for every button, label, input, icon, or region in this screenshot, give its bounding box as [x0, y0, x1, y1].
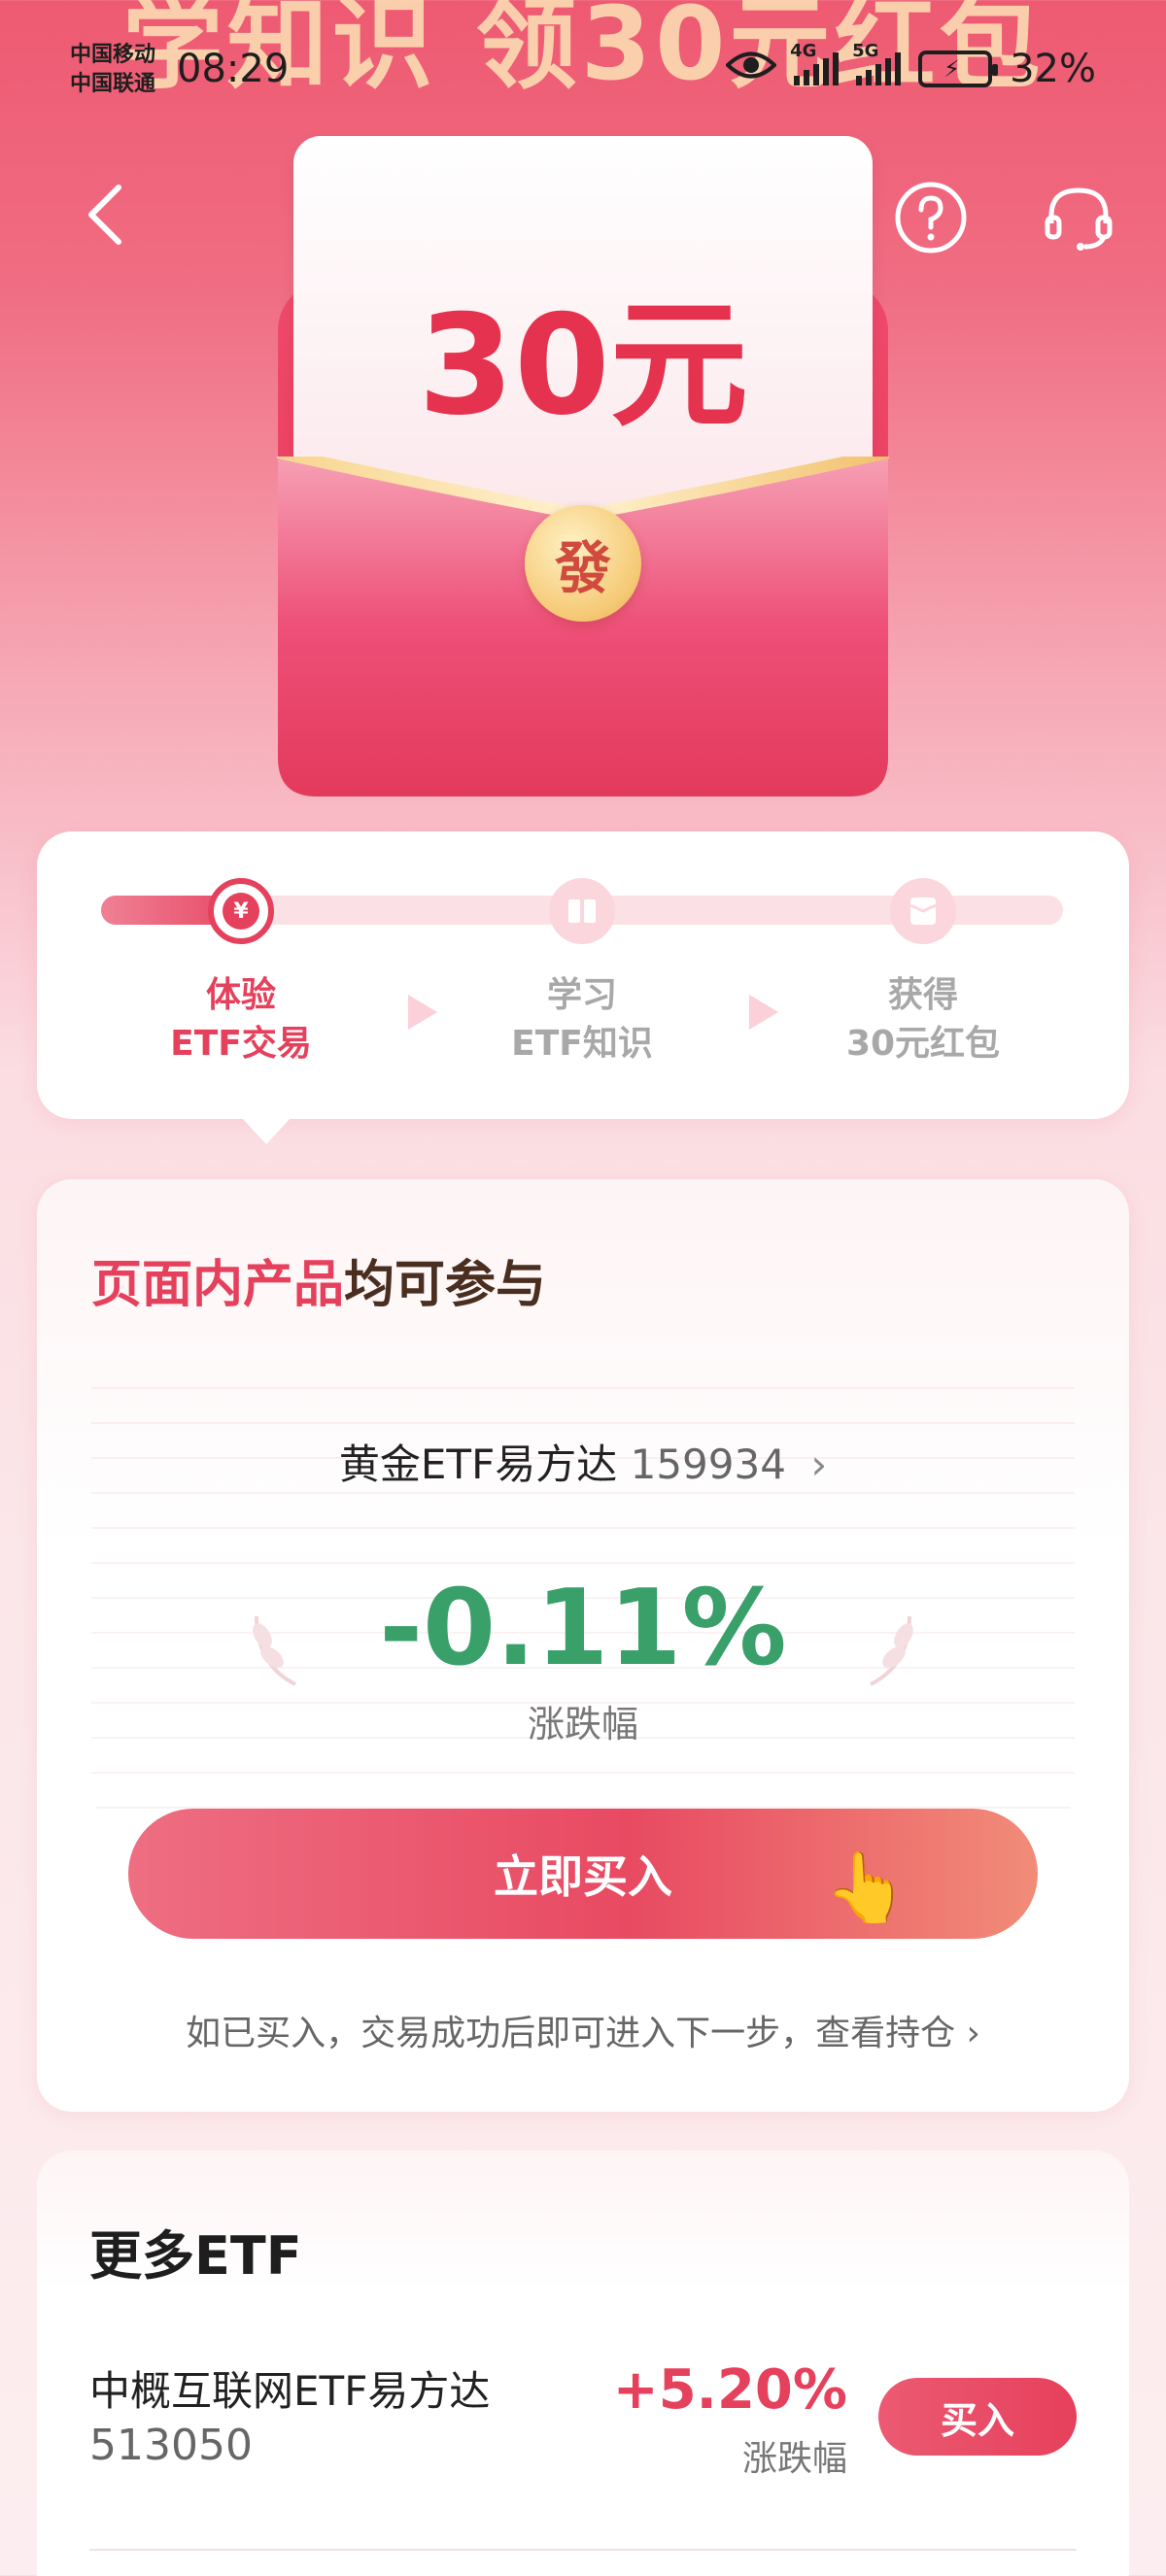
- change-label: 涨跌幅: [527, 1703, 638, 1746]
- step-1-indicator: ¥: [208, 878, 274, 944]
- network-tag-1: 4G: [790, 41, 817, 61]
- book-icon: [568, 899, 596, 923]
- yuan-icon: ¥: [223, 893, 259, 930]
- main-heading: 页面内产品均可参与: [91, 1243, 546, 1316]
- status-bar: 中国移动 中国联通 08:29 4G 5G ⚡ 32%: [0, 0, 1166, 146]
- battery-level: 32%: [1010, 47, 1096, 91]
- heading-rest: 均可参与: [344, 1256, 547, 1314]
- hand-pointer-icon: 👆: [824, 1847, 909, 1927]
- product-box: 黄金ETF易方达 159934 › -0.11% 涨跌幅: [91, 1354, 1075, 1820]
- carrier-info: 中国移动 中国联通: [70, 41, 155, 99]
- step-1-label: 体验 ETF交易: [134, 971, 348, 1068]
- etf-list-item[interactable]: 中概互联网ETF易方达 513050 +5.20% 涨跌幅 买入: [89, 2358, 1077, 2504]
- change-value: -0.11%: [379, 1568, 787, 1689]
- etf-name: 中概互联网ETF易方达: [89, 2367, 491, 2415]
- network-tag-2: 5G: [852, 41, 879, 61]
- envelope-icon: [909, 898, 937, 925]
- red-envelope: 30元 發: [272, 136, 894, 806]
- back-arrow-icon: [88, 185, 121, 245]
- product-link[interactable]: 黄金ETF易方达 159934 ›: [91, 1432, 1075, 1491]
- product-name: 黄金ETF易方达: [338, 1441, 618, 1488]
- customer-service-icon: [1045, 187, 1113, 251]
- help-button[interactable]: [894, 181, 968, 254]
- step-3-label: 获得 30元红包: [816, 971, 1030, 1068]
- chevron-right-icon: ›: [810, 1441, 828, 1488]
- step-3-indicator: [890, 878, 956, 944]
- status-time: 08:29: [177, 47, 290, 91]
- etf-change: +5.20%: [612, 2358, 847, 2422]
- signal-icon: 5G: [852, 41, 902, 85]
- step-3-title: 获得: [887, 975, 958, 1015]
- step-2-indicator: [549, 878, 615, 944]
- etf-change-label: 涨跌幅: [741, 2439, 847, 2479]
- chevron-right-icon: ›: [966, 2014, 980, 2053]
- etf-code: 513050: [89, 2421, 253, 2470]
- more-etf-card: 更多ETF 中概互联网ETF易方达 513050 +5.20% 涨跌幅 买入: [37, 2151, 1129, 2576]
- battery-icon: ⚡: [918, 51, 999, 87]
- step-2-subtitle: ETF知识: [511, 1024, 653, 1064]
- signal-icon: 4G: [790, 41, 840, 85]
- product-code: 159934: [630, 1441, 786, 1488]
- step-arrow: [749, 995, 778, 1030]
- help-icon: [895, 182, 967, 254]
- step-1-subtitle: ETF交易: [170, 1024, 312, 1064]
- step-2-title: 学习: [546, 975, 617, 1015]
- heading-highlight: 页面内产品: [91, 1256, 345, 1314]
- envelope-amount: 30元: [418, 286, 748, 446]
- eye-icon: [725, 47, 777, 91]
- buy-now-button[interactable]: 立即买入 👆: [128, 1809, 1038, 1939]
- etf-buy-button[interactable]: 买入: [878, 2378, 1077, 2456]
- carrier-1: 中国移动: [70, 43, 156, 67]
- buy-now-label: 立即买入: [494, 1850, 672, 1903]
- divider: [89, 2549, 1077, 2551]
- step-2-label: 学习 ETF知识: [475, 971, 689, 1068]
- step-3-subtitle: 30元红包: [845, 1024, 1001, 1064]
- envelope-seal: 發: [525, 505, 641, 622]
- more-etf-title: 更多ETF: [89, 2225, 302, 2287]
- main-card: 页面内产品均可参与 黄金ETF易方达 159934 › -0.11% 涨跌幅 立…: [37, 1179, 1129, 2112]
- carrier-2: 中国联通: [70, 72, 156, 96]
- back-button[interactable]: [86, 181, 144, 249]
- hint-text: 如已买入，交易成功后即可进入下一步，查看持仓: [186, 2014, 956, 2053]
- step-1-title: 体验: [205, 975, 276, 1015]
- hint-link[interactable]: 如已买入，交易成功后即可进入下一步，查看持仓 ›: [37, 2005, 1129, 2055]
- steps-card: ¥ 体验 ETF交易 学习 ETF知识 获得 30元红包: [37, 831, 1129, 1144]
- customer-service-button[interactable]: [1042, 181, 1115, 254]
- status-icons: 4G 5G ⚡ 32%: [725, 41, 1096, 91]
- step-arrow: [408, 995, 437, 1030]
